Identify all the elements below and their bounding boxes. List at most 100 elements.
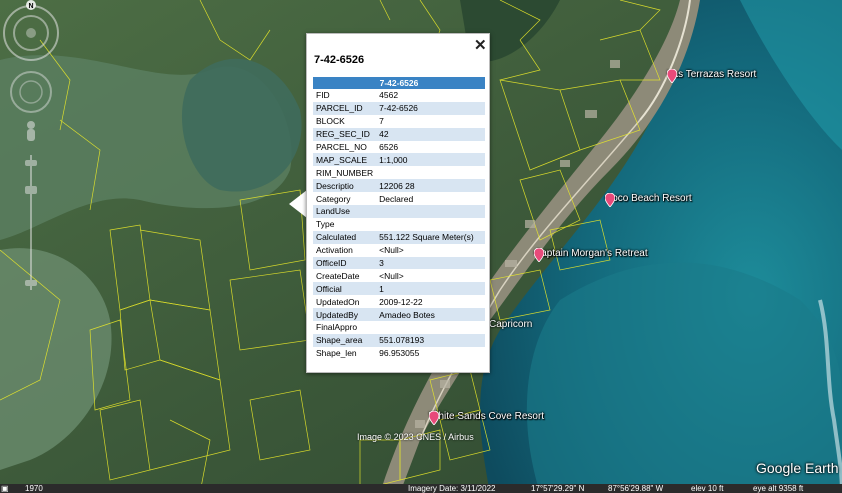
attribute-row: PARCEL_ID 7-42-6526 — [313, 101, 485, 115]
move-ring[interactable] — [10, 71, 52, 113]
attribute-row: PARCEL_NO 6526 — [313, 141, 485, 154]
longitude-readout: 87°56'29.88" W — [608, 484, 664, 493]
poi-captain-morgan[interactable]: Captain Morgan's Retreat — [534, 248, 648, 262]
attribute-value — [376, 205, 485, 218]
attribute-key: Shape_len — [316, 348, 357, 359]
attribute-value: <Null> — [379, 270, 404, 281]
attribute-row: MAP_SCALE 1:1,000 — [313, 153, 485, 167]
place-label-capricorn[interactable]: Capricorn — [489, 319, 532, 330]
attribute-key: OfficeID — [313, 256, 377, 270]
attribute-value: 551.078193 — [376, 333, 485, 347]
zoom-slider[interactable] — [25, 155, 37, 290]
attribute-value: 96.953055 — [379, 348, 420, 359]
attribute-row: Shape_area 551.078193 — [313, 333, 485, 347]
map-pin-icon — [605, 193, 615, 207]
attribute-key: Activation — [316, 245, 353, 256]
attribute-table-header: 7-42-6526 — [313, 77, 485, 89]
attribute-row: FID 4562 — [313, 89, 485, 102]
attribute-key: Descriptio — [313, 179, 377, 193]
attribute-key: PARCEL_NO — [316, 142, 367, 152]
attribute-key: Calculated — [313, 230, 377, 244]
parcel-info-popup: ✕ 7-42-6526 7-42-6526 FID 4562 PARCEL_ID 7-… — [306, 33, 490, 373]
attribute-row: Shape_len 96.953055 — [313, 347, 485, 360]
attribute-row: FinalAppro — [313, 321, 485, 334]
attribute-value: 3 — [376, 256, 485, 270]
street-view-pegman-icon[interactable] — [27, 121, 35, 141]
look-around-ring[interactable] — [3, 5, 59, 61]
attribute-row: Calculated 551.122 Square Meter(s) — [313, 230, 485, 244]
attribute-value: 1:1,000 — [376, 153, 485, 167]
attribute-row: Official 1 — [313, 282, 485, 296]
google-earth-logo: Google Earth — [756, 460, 839, 476]
attribute-key: UpdatedOn — [316, 296, 360, 307]
attribute-key: Type — [316, 219, 335, 230]
eye-altitude-readout: eye alt 9358 ft — [753, 484, 804, 493]
zoom-out-icon[interactable] — [25, 280, 37, 286]
popup-pointer — [289, 190, 307, 218]
north-label: N — [28, 3, 33, 10]
navigation-controls[interactable]: N — [0, 0, 60, 300]
attribute-value: 12206 28 — [376, 179, 485, 193]
attribute-row: Activation <Null> — [313, 244, 485, 257]
attribute-row: REG_SEC_ID 42 — [313, 127, 485, 141]
attribute-row: Descriptio 12206 28 — [313, 179, 485, 193]
status-bar: ▣ 1970 Imagery Date: 3/11/2022 17°57'29.… — [0, 484, 842, 493]
attribute-value: Declared — [379, 193, 414, 204]
attribute-value — [376, 218, 485, 231]
attribute-key: BLOCK — [316, 116, 345, 127]
map-pin-icon — [667, 69, 677, 83]
attribute-key: LandUse — [313, 205, 377, 218]
historical-year: 1970 — [25, 484, 43, 493]
attribute-key: Shape_area — [313, 333, 377, 347]
attribute-value: 7-42-6526 — [376, 101, 485, 115]
attribute-value — [376, 321, 485, 334]
map-pin-icon — [534, 248, 544, 262]
zoom-slider-thumb[interactable] — [25, 186, 37, 194]
poi-white-sands[interactable]: White Sands Cove Resort — [429, 411, 545, 425]
attribute-row: RIM_NUMBER — [313, 166, 485, 179]
attribute-key: RIM_NUMBER — [316, 167, 374, 178]
poi-label: Captain Morgan's Retreat — [534, 248, 648, 259]
attribute-value: 42 — [376, 127, 485, 141]
attribute-row: LandUse — [313, 205, 485, 218]
attribute-row: Category Declared — [313, 192, 485, 205]
imagery-credit: Image © 2023 CNES / Airbus — [357, 432, 474, 442]
map-pin-icon — [429, 411, 439, 425]
attribute-value — [376, 166, 485, 179]
attribute-row: BLOCK 7 — [313, 115, 485, 128]
attribute-key: Official — [313, 282, 377, 296]
attribute-table: 7-42-6526 FID 4562 PARCEL_ID 7-42-6526 BLOCK… — [313, 77, 485, 360]
elevation-readout: elev 10 ft — [691, 484, 724, 493]
attribute-value: 2009-12-22 — [379, 296, 423, 307]
attribute-value: Amadeo Botes — [376, 308, 485, 322]
attribute-key: FID — [316, 90, 330, 101]
attribute-key: REG_SEC_ID — [313, 127, 377, 141]
attribute-key: Category — [316, 193, 351, 204]
poi-label: White Sands Cove Resort — [429, 411, 545, 422]
attribute-value: 551.122 Square Meter(s) — [376, 230, 485, 244]
attribute-key: FinalAppro — [316, 322, 358, 333]
attribute-key: UpdatedBy — [313, 308, 377, 322]
close-icon[interactable]: ✕ — [474, 36, 487, 54]
attribute-value: 4562 — [379, 90, 399, 101]
attribute-value: <Null> — [379, 245, 404, 256]
poi-las-terrazas[interactable]: Las Terrazas Resort — [667, 69, 757, 83]
attribute-value: 6526 — [379, 142, 399, 152]
attribute-key: CreateDate — [316, 270, 360, 281]
attribute-key: MAP_SCALE — [313, 153, 377, 167]
attribute-row: UpdatedBy Amadeo Botes — [313, 308, 485, 322]
attribute-row: OfficeID 3 — [313, 256, 485, 270]
attribute-value: 1 — [376, 282, 485, 296]
poi-label: Coco Beach Resort — [605, 193, 692, 204]
attribute-key: PARCEL_ID — [313, 101, 377, 115]
latitude-readout: 17°57'29.29" N — [531, 484, 585, 493]
attribute-value: 7 — [379, 116, 384, 127]
poi-label: Las Terrazas Resort — [667, 69, 757, 80]
attribute-row: UpdatedOn 2009-12-22 — [313, 295, 485, 308]
popup-title: 7-42-6526 — [314, 54, 365, 66]
zoom-in-icon[interactable] — [25, 160, 37, 166]
imagery-date: Imagery Date: 3/11/2022 — [408, 484, 496, 493]
poi-coco-beach[interactable]: Coco Beach Resort — [605, 193, 692, 207]
attribute-row: Type — [313, 218, 485, 231]
historical-imagery-icon[interactable]: ▣ — [1, 484, 9, 493]
